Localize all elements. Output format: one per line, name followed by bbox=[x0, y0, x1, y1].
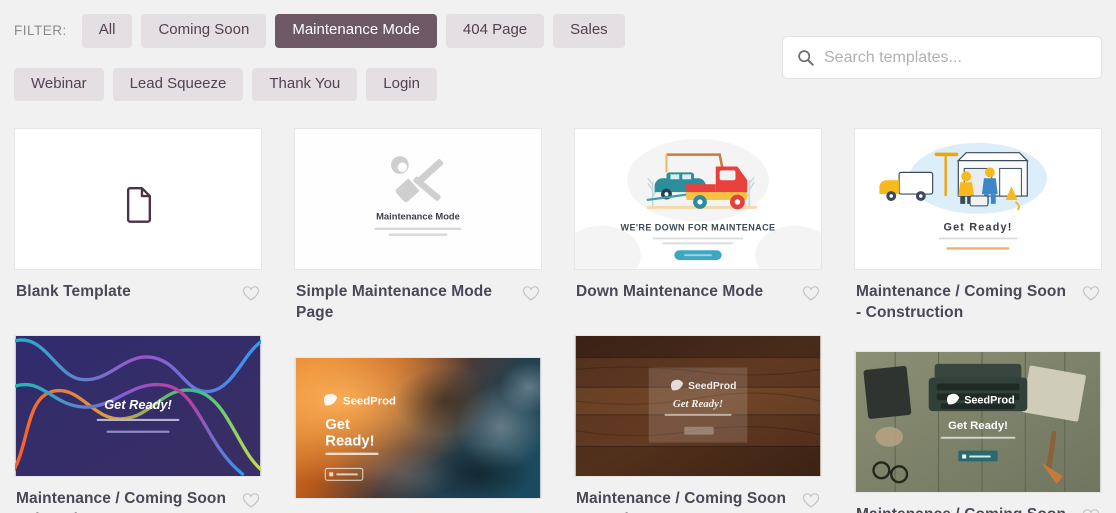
template-card[interactable]: SeedProd Get Ready! Maintenance / Coming… bbox=[574, 335, 822, 513]
svg-text:Maintenance Mode: Maintenance Mode bbox=[376, 212, 460, 222]
template-thumbnail-typewriter[interactable]: SeedProd Get Ready! bbox=[854, 351, 1102, 494]
svg-text:Get Ready!: Get Ready! bbox=[948, 420, 1008, 432]
template-card[interactable]: SeedProd Get Ready! Maintenance / Coming… bbox=[854, 351, 1102, 513]
svg-text:Ready!: Ready! bbox=[325, 434, 374, 450]
template-title[interactable]: Maintenance / Coming Soon - Wood bbox=[576, 489, 794, 513]
template-title[interactable]: Simple Maintenance Mode Page bbox=[296, 282, 514, 323]
svg-text:Get Ready!: Get Ready! bbox=[944, 222, 1013, 234]
template-thumbnail-blank-document[interactable] bbox=[14, 128, 262, 270]
filter-label: FILTER: bbox=[14, 22, 67, 38]
svg-text:Get Ready!: Get Ready! bbox=[104, 397, 172, 412]
template-title[interactable]: Maintenance / Coming Soon - bbox=[856, 505, 1074, 513]
heart-outline-icon[interactable] bbox=[242, 285, 260, 302]
template-thumbnail-construction[interactable]: Get Ready! bbox=[854, 128, 1102, 270]
heart-outline-icon[interactable] bbox=[522, 285, 540, 302]
heart-outline-icon[interactable] bbox=[1082, 285, 1100, 302]
svg-text:WE'RE DOWN FOR MAINTENACE: WE'RE DOWN FOR MAINTENACE bbox=[621, 223, 776, 233]
filter-button-404-page[interactable]: 404 Page bbox=[445, 14, 545, 48]
card-footer: Simple Maintenance Mode Page bbox=[294, 270, 542, 323]
typewriter-preview: SeedProd Get Ready! bbox=[855, 352, 1101, 493]
tow-truck-preview: WE'RE DOWN FOR MAINTENACE bbox=[575, 129, 821, 269]
filter-button-webinar[interactable]: Webinar bbox=[14, 67, 104, 101]
filter-button-coming-soon[interactable]: Coming Soon bbox=[141, 14, 267, 48]
template-thumbnail-threads[interactable]: Get Ready! bbox=[14, 335, 262, 478]
svg-text:SeedProd: SeedProd bbox=[343, 396, 396, 408]
filter-button-lead-squeeze[interactable]: Lead Squeeze bbox=[112, 67, 244, 101]
filter-button-sales[interactable]: Sales bbox=[553, 14, 625, 48]
card-footer: Maintenance / Coming Soon - Construction bbox=[854, 270, 1102, 323]
filter-bar: FILTER: All Coming Soon Maintenance Mode… bbox=[0, 0, 770, 101]
card-footer: Maintenance / Coming Soon - Threads bbox=[14, 477, 262, 513]
threads-preview: Get Ready! bbox=[15, 336, 261, 477]
card-footer: Maintenance / Coming Soon - Wood bbox=[574, 477, 822, 513]
filter-button-login[interactable]: Login bbox=[366, 67, 437, 101]
template-title[interactable]: Blank Template bbox=[16, 282, 131, 303]
filter-button-all[interactable]: All bbox=[81, 14, 133, 48]
template-grid: Blank Template Maintenance Mode Simple M… bbox=[14, 128, 1104, 513]
wood-preview: SeedProd Get Ready! bbox=[575, 336, 821, 477]
card-footer: Blank Template bbox=[14, 270, 262, 303]
template-card[interactable]: SeedProd Get Ready! Maintenance / Coming… bbox=[294, 357, 542, 513]
template-library-page: FILTER: All Coming Soon Maintenance Mode… bbox=[0, 0, 1116, 513]
template-card[interactable]: Maintenance Mode Simple Maintenance Mode… bbox=[294, 128, 542, 323]
simple-maintenance-preview: Maintenance Mode bbox=[295, 129, 541, 269]
svg-text:SeedProd: SeedProd bbox=[688, 381, 736, 392]
card-footer: Down Maintenance Mode bbox=[574, 270, 822, 303]
template-card[interactable]: Get Ready! Maintenance / Coming Soon - T… bbox=[14, 335, 262, 513]
filter-button-maintenance-mode[interactable]: Maintenance Mode bbox=[275, 14, 437, 48]
card-footer: Maintenance / Coming Soon - bbox=[854, 493, 1102, 513]
search-box[interactable] bbox=[782, 36, 1102, 79]
card-footer: Maintenance / Coming Soon - bbox=[294, 499, 542, 513]
template-thumbnail-tow-truck[interactable]: WE'RE DOWN FOR MAINTENACE bbox=[574, 128, 822, 270]
construction-preview: Get Ready! bbox=[855, 129, 1101, 269]
svg-text:Get: Get bbox=[325, 417, 350, 433]
template-title[interactable]: Maintenance / Coming Soon - Construction bbox=[856, 282, 1074, 323]
template-card[interactable]: Get Ready! Maintenance / Coming Soon - C… bbox=[854, 128, 1102, 323]
filter-button-thank-you[interactable]: Thank You bbox=[252, 67, 358, 101]
heart-outline-icon[interactable] bbox=[1082, 508, 1100, 513]
heart-outline-icon[interactable] bbox=[802, 285, 820, 302]
template-card[interactable]: WE'RE DOWN FOR MAINTENACE Down Maintenan… bbox=[574, 128, 822, 323]
search-icon bbox=[798, 50, 814, 66]
heart-outline-icon[interactable] bbox=[242, 492, 260, 509]
template-card[interactable]: Blank Template bbox=[14, 128, 262, 323]
template-title[interactable]: Down Maintenance Mode bbox=[576, 282, 763, 303]
template-thumbnail-wood[interactable]: SeedProd Get Ready! bbox=[574, 335, 822, 478]
search-input[interactable] bbox=[824, 48, 1087, 67]
template-thumbnail-clouds[interactable]: SeedProd Get Ready! bbox=[294, 357, 542, 500]
svg-text:Get Ready!: Get Ready! bbox=[673, 398, 723, 410]
template-thumbnail-simple-maintenance[interactable]: Maintenance Mode bbox=[294, 128, 542, 270]
clouds-preview: SeedProd Get Ready! bbox=[295, 358, 541, 499]
svg-text:SeedProd: SeedProd bbox=[964, 394, 1015, 406]
template-title[interactable]: Maintenance / Coming Soon - Threads bbox=[16, 489, 234, 513]
heart-outline-icon[interactable] bbox=[802, 492, 820, 509]
blank-document-icon bbox=[126, 186, 152, 223]
